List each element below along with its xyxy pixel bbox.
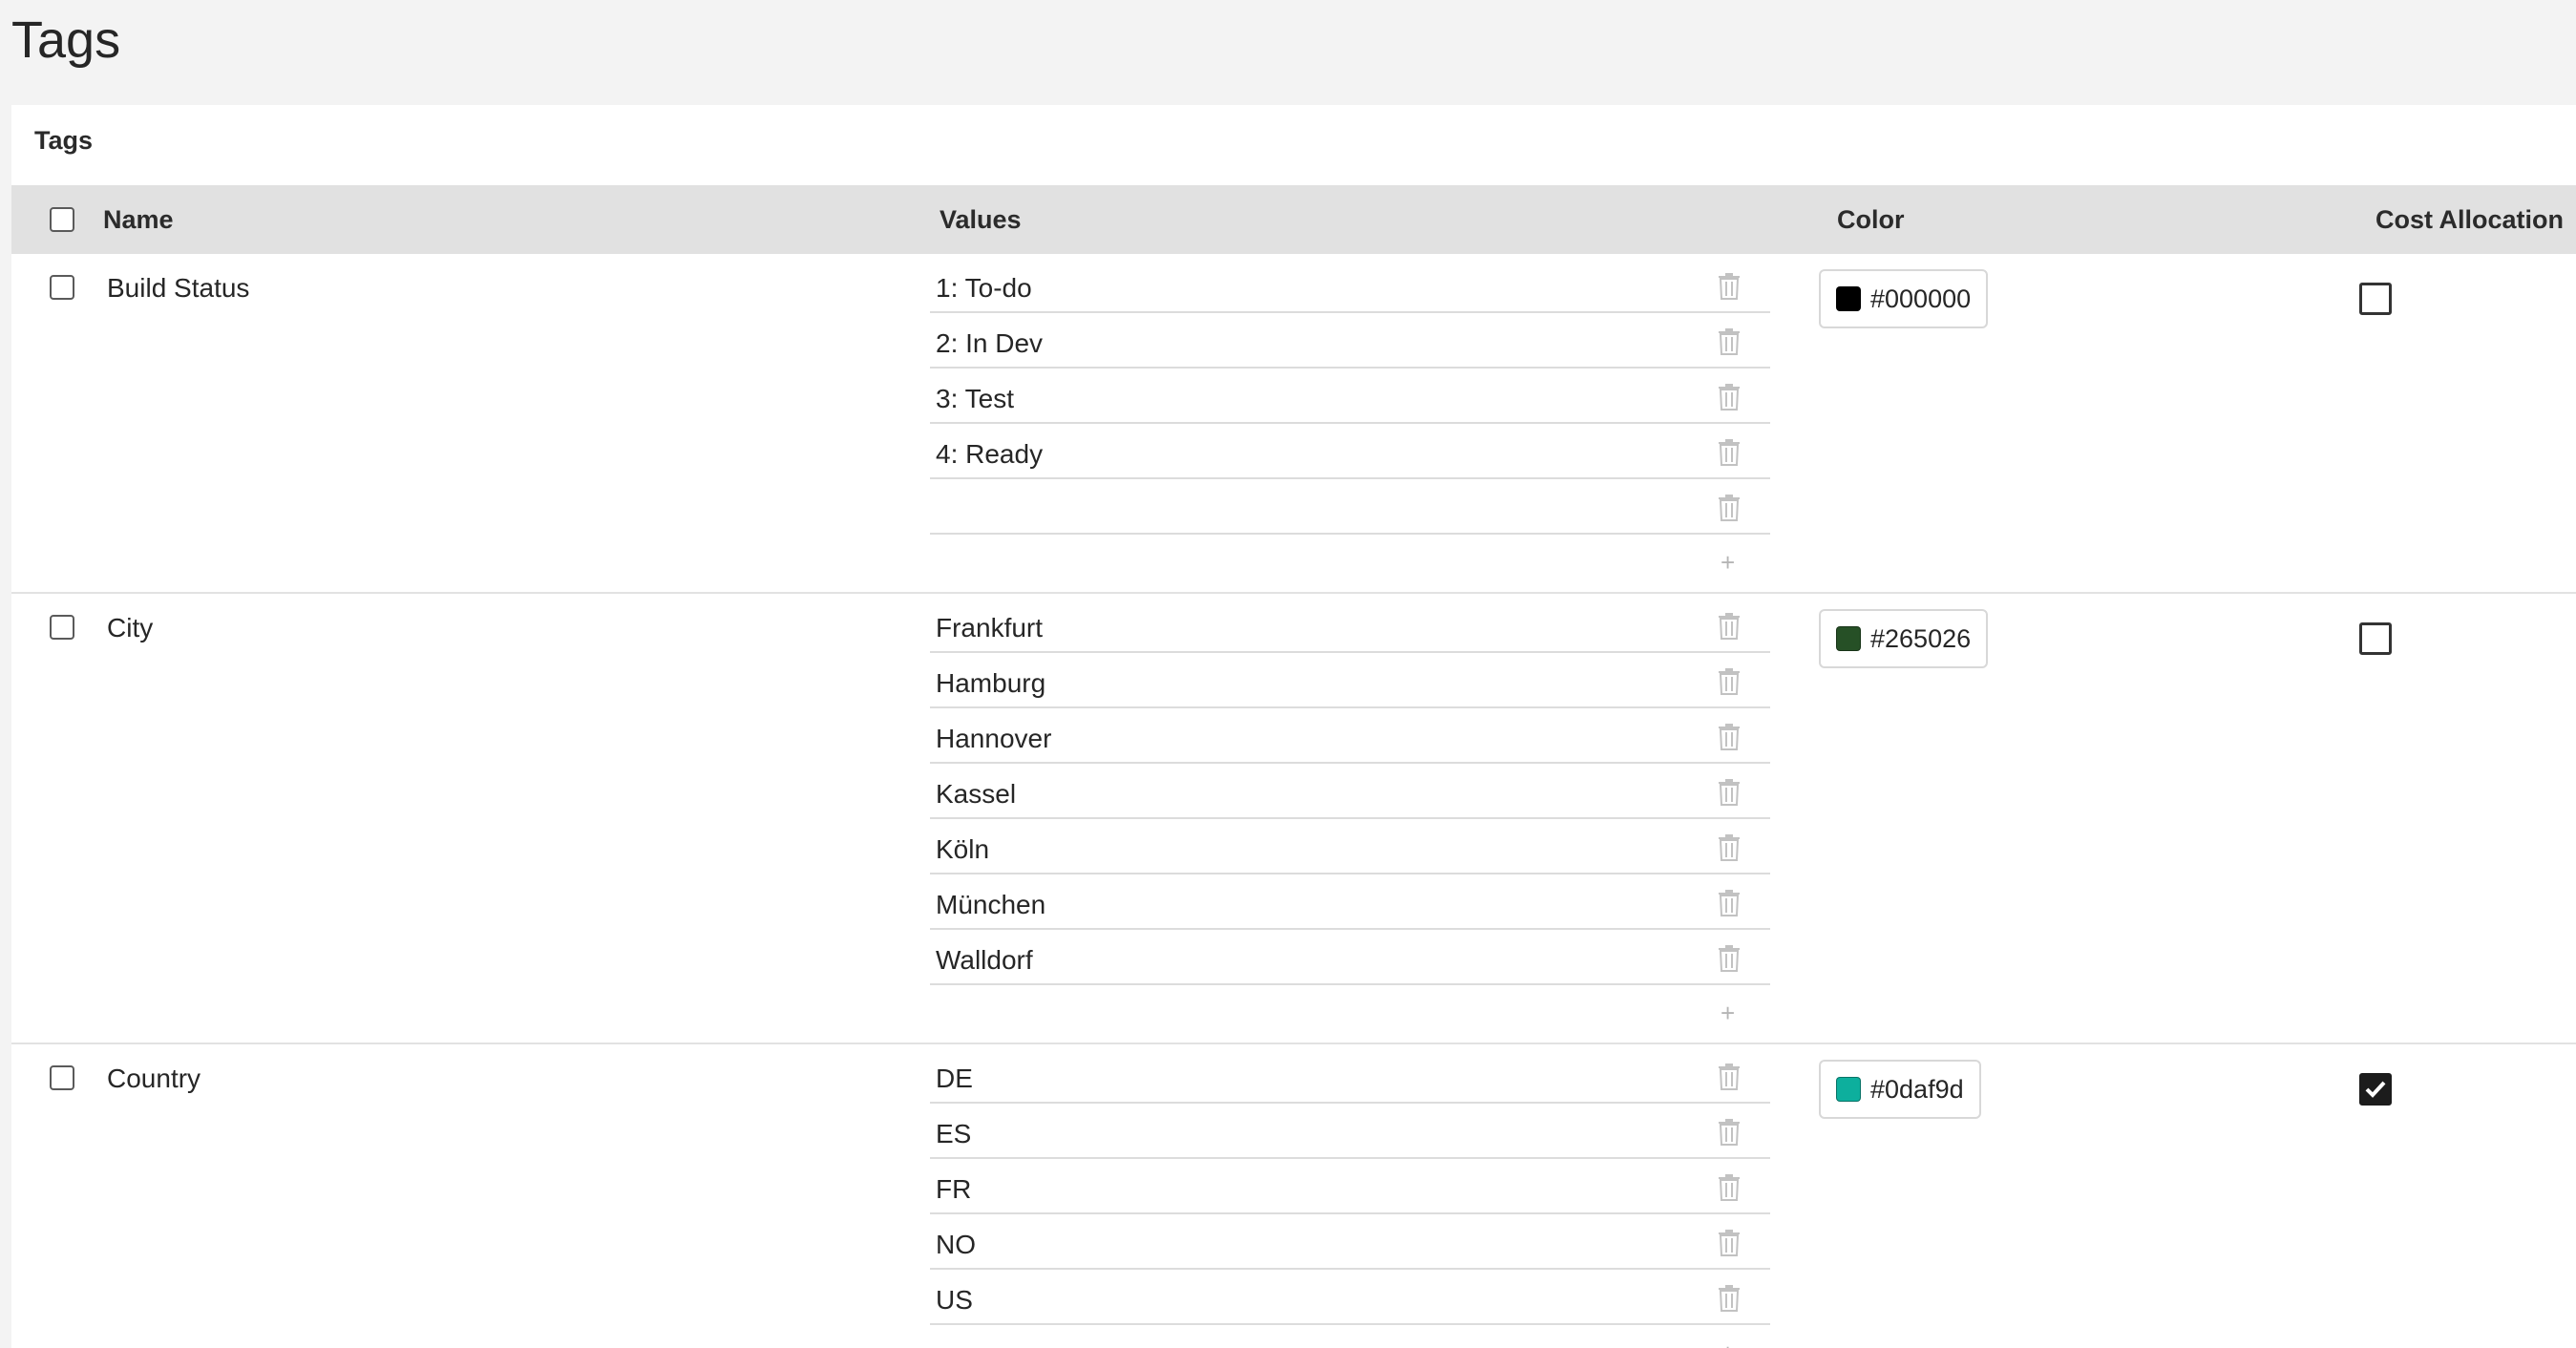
value-text: Köln <box>936 834 990 864</box>
color-picker-button[interactable]: #000000 <box>1819 269 1989 328</box>
value-text: 4: Ready <box>936 439 1044 469</box>
value-text: DE <box>936 1064 973 1093</box>
color-swatch <box>1836 626 1861 651</box>
tag-name[interactable]: Country <box>107 1064 201 1094</box>
row-select-checkbox[interactable] <box>50 1065 74 1090</box>
trash-icon[interactable] <box>1718 779 1741 806</box>
row-select-checkbox[interactable] <box>50 615 74 640</box>
checkmark-icon <box>2365 1081 2386 1098</box>
card-title: Tags <box>34 126 94 155</box>
trash-icon[interactable] <box>1718 495 1741 521</box>
value-input[interactable]: 2: In Dev <box>930 313 1770 369</box>
color-hex-value: #000000 <box>1870 284 1972 313</box>
add-value-row: + <box>930 985 1770 1041</box>
trash-icon[interactable] <box>1718 439 1741 466</box>
table-header: Name Values Color Cost Allocation <box>11 185 2576 254</box>
table-row: Country DE ES FR NO US + #0daf9d <box>11 1044 2576 1348</box>
color-picker-button[interactable]: #0daf9d <box>1819 1060 1981 1119</box>
trash-icon[interactable] <box>1718 1285 1741 1312</box>
trash-icon[interactable] <box>1718 1174 1741 1201</box>
column-header-cost-allocation[interactable]: Cost Allocation <box>2375 185 2564 254</box>
trash-icon[interactable] <box>1718 890 1741 916</box>
add-value-row: + <box>930 535 1770 590</box>
plus-icon[interactable]: + <box>1721 999 1735 1028</box>
value-text: München <box>936 890 1046 919</box>
value-input[interactable]: ES <box>930 1104 1770 1159</box>
trash-icon[interactable] <box>1718 724 1741 750</box>
add-value-row: + <box>930 1325 1770 1348</box>
tag-values-list: Frankfurt Hamburg Hannover Kassel Köln Münche… <box>930 598 1770 1041</box>
tags-card: Tags Name Values Color Cost Allocation B… <box>11 105 2576 1348</box>
select-all-checkbox[interactable] <box>50 207 74 232</box>
tag-values-list: DE ES FR NO US + <box>930 1048 1770 1348</box>
color-hex-value: #0daf9d <box>1870 1074 1964 1104</box>
column-header-values[interactable]: Values <box>940 185 1022 254</box>
trash-icon[interactable] <box>1718 384 1741 411</box>
trash-icon[interactable] <box>1718 1230 1741 1256</box>
value-input[interactable]: 1: To-do <box>930 258 1770 313</box>
value-input[interactable]: Frankfurt <box>930 598 1770 653</box>
cost-allocation-checkbox[interactable] <box>2359 622 2392 655</box>
value-input[interactable]: 4: Ready <box>930 424 1770 479</box>
value-input[interactable]: US <box>930 1270 1770 1325</box>
color-swatch <box>1836 286 1861 311</box>
trash-icon[interactable] <box>1718 1064 1741 1090</box>
value-input[interactable]: Köln <box>930 819 1770 874</box>
page-title: Tags <box>11 11 121 69</box>
value-input[interactable]: NO <box>930 1214 1770 1270</box>
value-text: Frankfurt <box>936 613 1044 642</box>
trash-icon[interactable] <box>1718 834 1741 861</box>
value-input[interactable]: FR <box>930 1159 1770 1214</box>
value-text: US <box>936 1285 973 1315</box>
table-row: City Frankfurt Hamburg Hannover Kassel Köln Mü… <box>11 594 2576 1044</box>
trash-icon[interactable] <box>1718 273 1741 300</box>
color-picker-button[interactable]: #265026 <box>1819 609 1989 668</box>
cost-allocation-checkbox[interactable] <box>2359 283 2392 315</box>
value-text: 1: To-do <box>936 273 1032 303</box>
plus-icon[interactable]: + <box>1721 548 1735 578</box>
trash-icon[interactable] <box>1718 945 1741 972</box>
color-hex-value: #265026 <box>1870 623 1972 653</box>
value-text: NO <box>936 1230 976 1259</box>
value-input[interactable]: Hannover <box>930 708 1770 764</box>
table-row: Build Status 1: To-do 2: In Dev 3: Test 4: R… <box>11 254 2576 594</box>
column-header-color[interactable]: Color <box>1837 185 1905 254</box>
tag-values-list: 1: To-do 2: In Dev 3: Test 4: Ready + <box>930 258 1770 590</box>
value-input[interactable]: Walldorf <box>930 930 1770 985</box>
tag-name[interactable]: Build Status <box>107 273 249 304</box>
trash-icon[interactable] <box>1718 668 1741 695</box>
value-text: Hannover <box>936 724 1052 753</box>
value-input[interactable]: München <box>930 874 1770 930</box>
value-input[interactable] <box>930 479 1770 535</box>
value-text: 3: Test <box>936 384 1014 413</box>
trash-icon[interactable] <box>1718 328 1741 355</box>
value-input[interactable]: 3: Test <box>930 369 1770 424</box>
value-text: 2: In Dev <box>936 328 1044 358</box>
column-header-name[interactable]: Name <box>103 185 174 254</box>
cost-allocation-checkbox[interactable] <box>2359 1073 2392 1106</box>
value-input[interactable]: Hamburg <box>930 653 1770 708</box>
value-text: Hamburg <box>936 668 1046 698</box>
value-input[interactable]: Kassel <box>930 764 1770 819</box>
value-text: Walldorf <box>936 945 1033 975</box>
tag-name[interactable]: City <box>107 613 153 643</box>
value-text: FR <box>936 1174 972 1204</box>
trash-icon[interactable] <box>1718 1119 1741 1146</box>
value-text: Kassel <box>936 779 1017 809</box>
value-input[interactable]: DE <box>930 1048 1770 1104</box>
value-text: ES <box>936 1119 972 1148</box>
plus-icon[interactable]: + <box>1721 1338 1735 1348</box>
color-swatch <box>1836 1077 1861 1102</box>
trash-icon[interactable] <box>1718 613 1741 640</box>
row-select-checkbox[interactable] <box>50 275 74 300</box>
